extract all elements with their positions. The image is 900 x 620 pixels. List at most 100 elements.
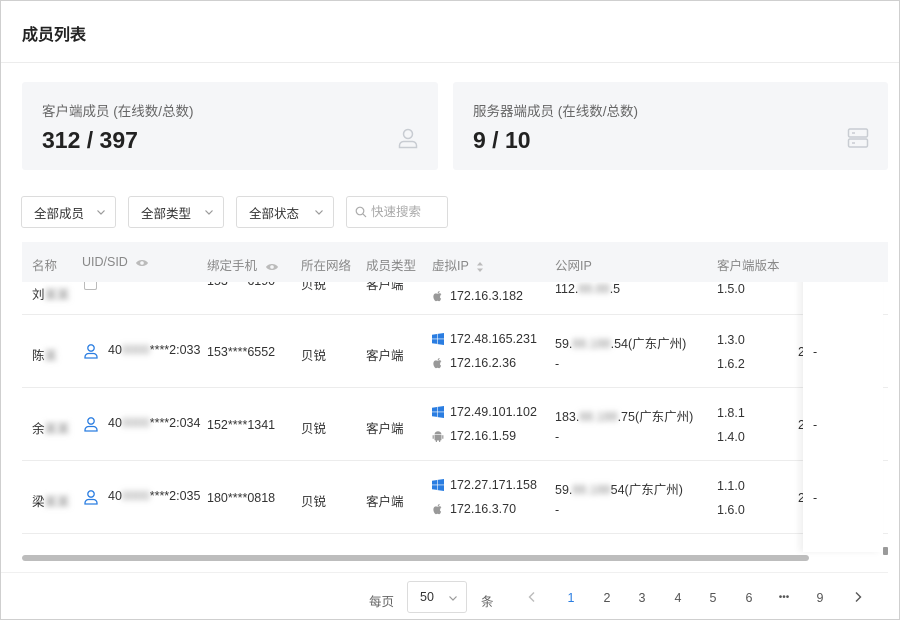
client-version-secondary: 1.6.2: [717, 357, 745, 371]
uid-masked: 0000: [121, 416, 150, 430]
chevron-down-icon: [205, 210, 213, 215]
virtual-ip-primary: 172.49.101.102: [432, 405, 537, 419]
public-ip-masked: 88.188: [572, 337, 611, 351]
member-uid: 400000****2:035: [108, 489, 200, 503]
chevron-right-icon[interactable]: [851, 590, 865, 604]
quick-search-input[interactable]: [371, 205, 441, 219]
server-members-label: 服务器端成员 (在线数/总数): [473, 104, 638, 119]
row-operation[interactable]: -: [813, 491, 817, 505]
member-phone: 152****1341: [207, 418, 276, 432]
page-1[interactable]: 1: [561, 591, 581, 605]
member-type: 客户端: [366, 422, 404, 436]
member-name-first: 刘: [32, 288, 45, 302]
member-uid: 400000****2:034: [108, 416, 200, 430]
chevron-down-icon: [97, 210, 105, 215]
table-header: 名称 UID/SID 绑定手机 所在网络 成员类型 虚拟IP 公网IP 客户端版…: [22, 242, 888, 282]
member-type: 客户端: [366, 495, 404, 509]
eye-icon[interactable]: [135, 258, 149, 268]
member-name-masked: 某某: [44, 422, 70, 436]
windows-icon: [432, 479, 444, 491]
member-name: 梁某某: [32, 491, 70, 510]
virtual-ip-value: 172.16.2.36: [450, 356, 517, 370]
public-ip: 183.88.188.75(广东广州): [555, 406, 693, 425]
pagination: 每页 50 条 1 2 3 4 5 6 ••• 9: [1, 572, 888, 619]
member-name-masked: 某某: [44, 288, 70, 302]
uid-masked: 0000: [121, 343, 150, 357]
member-filter-select[interactable]: 全部成员: [21, 196, 116, 228]
col-uid-label: UID/SID: [82, 255, 128, 269]
member-name-first: 梁: [32, 495, 45, 509]
page-title: 成员列表: [22, 27, 87, 44]
uid-tail: ****2:033: [149, 343, 201, 357]
user-icon: [84, 344, 98, 359]
virtual-ip-primary: 172.48.165.231: [432, 332, 537, 346]
public-ip-head: 112.: [555, 282, 579, 296]
virtual-ip-secondary: 172.16.3.70: [432, 502, 516, 516]
user-icon: [398, 128, 418, 149]
apple-icon: [433, 291, 442, 302]
public-ip-head: 59.: [555, 337, 573, 351]
virtual-ip-value: 172.27.171.158: [450, 478, 537, 492]
client-version: 1.8.1: [717, 406, 745, 420]
page-ellipsis[interactable]: •••: [774, 592, 794, 603]
virtual-ip-primary: 172.27.171.158: [432, 478, 537, 492]
member-name-first: 陈: [32, 349, 45, 363]
status-filter-select[interactable]: 全部状态: [236, 196, 334, 228]
sort-icon[interactable]: [476, 261, 484, 273]
title-divider: [1, 62, 899, 63]
quick-search-box[interactable]: [346, 196, 448, 228]
virtual-ip-secondary: 172.16.3.182: [432, 289, 523, 303]
page-size-value: 50: [420, 590, 434, 604]
member-name: 余某某: [32, 418, 70, 437]
virtual-ip-value: 172.16.1.59: [450, 429, 517, 443]
public-ip-tail: .75(广东广州): [617, 410, 694, 424]
member-name-first: 余: [32, 422, 45, 436]
client-version-secondary: 1.4.0: [717, 430, 745, 444]
vertical-scrollbar[interactable]: [883, 547, 888, 555]
member-name-masked: 某: [44, 349, 58, 363]
col-client-version: 客户端版本: [717, 259, 780, 273]
public-ip-secondary: -: [555, 503, 560, 517]
table-row[interactable]: 陈某 400000****2:033 153****6552 贝锐 客户端 17…: [22, 315, 888, 388]
client-version: 1.3.0: [717, 333, 745, 347]
android-icon: [432, 431, 444, 442]
public-ip-tail: 54(广东广州): [610, 483, 683, 497]
col-phone-label: 绑定手机: [207, 259, 258, 273]
server-icon: [847, 128, 869, 148]
virtual-ip-secondary: 172.16.2.36: [432, 356, 516, 370]
col-virtual-ip[interactable]: 虚拟IP: [432, 255, 484, 274]
horizontal-scrollbar[interactable]: [22, 555, 809, 561]
member-type: 客户端: [366, 349, 404, 363]
page-3[interactable]: 3: [632, 591, 652, 605]
virtual-ip-value: 172.49.101.102: [450, 405, 537, 419]
apple-icon: [433, 358, 442, 369]
client-members-value: 312 / 397: [42, 127, 138, 153]
table-row[interactable]: 余某某 400000****2:034 152****1341 贝锐 客户端 1…: [22, 388, 888, 461]
page-size-select[interactable]: 50: [407, 581, 467, 613]
public-ip-secondary: -: [555, 430, 560, 444]
uid-tail: ****2:035: [149, 489, 201, 503]
type-filter-select[interactable]: 全部类型: [128, 196, 224, 228]
page-4[interactable]: 4: [668, 591, 688, 605]
public-ip: 59.88.188.54(广东广州): [555, 333, 686, 352]
eye-icon[interactable]: [265, 262, 279, 272]
page-9[interactable]: 9: [810, 591, 830, 605]
page-2[interactable]: 2: [597, 591, 617, 605]
member-network: 贝锐: [301, 422, 327, 436]
uid-head: 40: [108, 489, 122, 503]
table-row[interactable]: 梁某某 400000****2:035 180****0818 贝锐 客户端 1…: [22, 461, 888, 534]
member-filter-value: 全部成员: [34, 206, 85, 221]
member-phone: 180****0818: [207, 491, 276, 505]
page-5[interactable]: 5: [703, 591, 723, 605]
user-icon: [84, 490, 98, 505]
page-6[interactable]: 6: [739, 591, 759, 605]
public-ip-masked: 88.188: [572, 483, 611, 497]
member-list-panel: 成员列表 客户端成员 (在线数/总数) 312 / 397 服务器端成员 (在线…: [0, 0, 900, 620]
client-version: 1.1.0: [717, 479, 745, 493]
row-operation[interactable]: -: [813, 418, 817, 432]
chevron-left-icon[interactable]: [525, 590, 539, 604]
row-operation[interactable]: -: [813, 345, 817, 359]
per-page-label: 每页: [369, 595, 395, 609]
virtual-ip-value: 172.16.3.70: [450, 502, 517, 516]
public-ip: 59.88.18854(广东广州): [555, 479, 683, 498]
